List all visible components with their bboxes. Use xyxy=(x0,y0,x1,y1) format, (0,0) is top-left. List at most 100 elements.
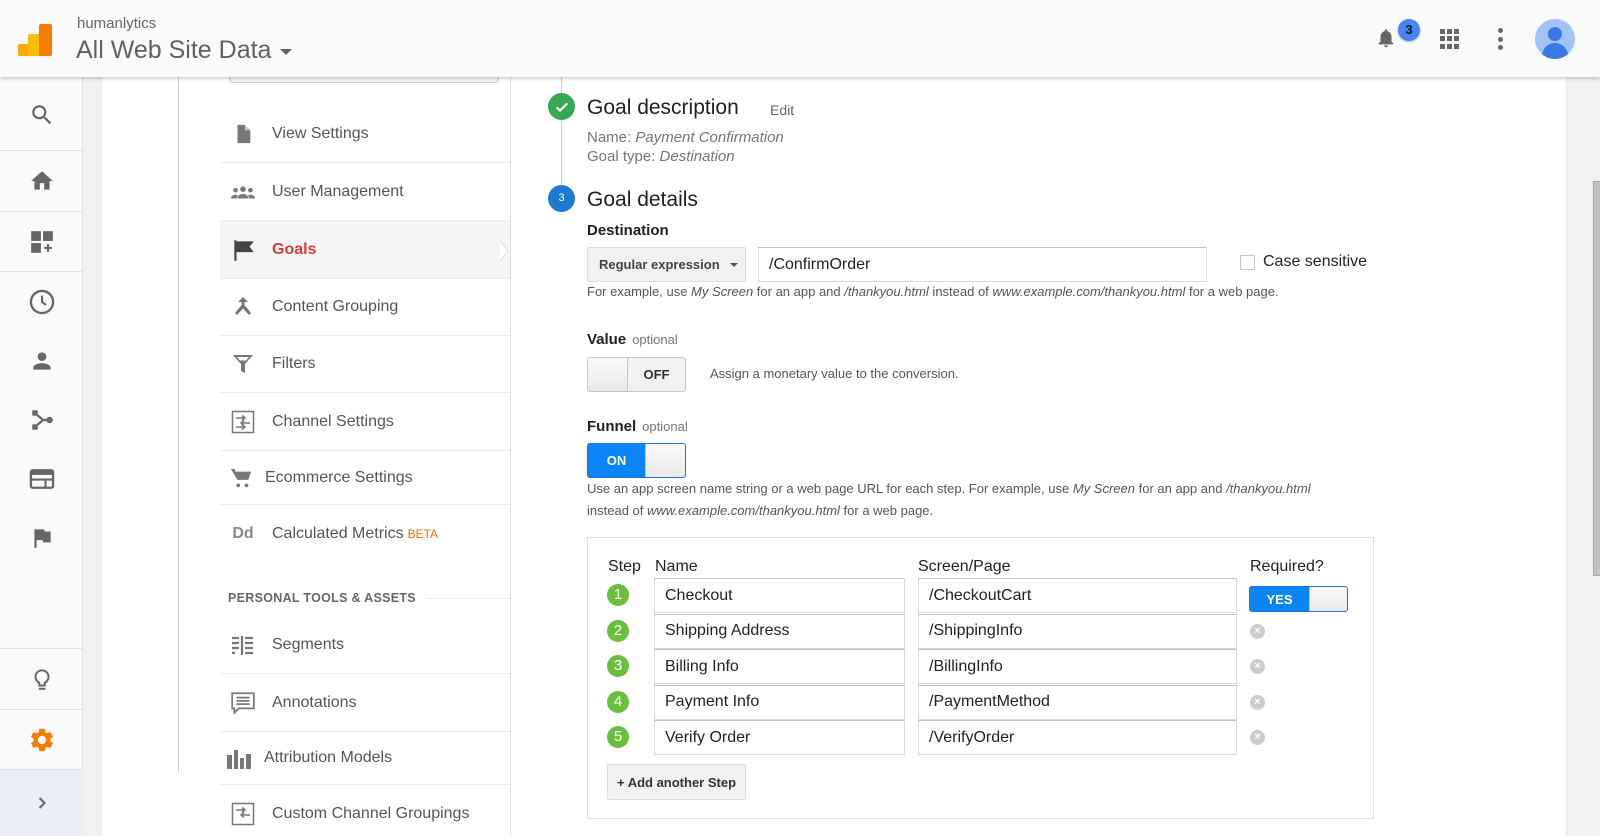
nav-ecommerce-settings[interactable]: Ecommerce Settings xyxy=(220,451,510,505)
remove-step-icon[interactable]: × xyxy=(1250,659,1265,674)
remove-step-icon[interactable]: × xyxy=(1250,694,1265,710)
nav-attribution-models[interactable]: Attribution Models xyxy=(220,732,510,785)
rail-home[interactable] xyxy=(0,151,83,211)
required-toggle[interactable]: YES xyxy=(1249,586,1348,612)
nav-label: Filters xyxy=(272,355,316,372)
behavior-icon xyxy=(29,469,54,489)
step-number-badge: 3 xyxy=(548,185,575,212)
property-selector[interactable]: All Web Site Data xyxy=(76,36,293,65)
step-name-input[interactable]: Shipping Address xyxy=(654,613,905,649)
acquisition-icon xyxy=(31,410,53,430)
nav-label: Ecommerce Settings xyxy=(265,468,413,486)
nav-label: Channel Settings xyxy=(272,413,394,430)
funnel-steps-table: Step Name Screen/Page Required? 1 Checkou… xyxy=(587,537,1374,819)
funnel-toggle[interactable]: ON xyxy=(587,443,686,478)
nav-channel-settings[interactable]: Channel Settings xyxy=(220,394,510,451)
nav-label: Attribution Models xyxy=(264,749,393,766)
toggle-state: OFF xyxy=(643,367,670,382)
rail-behavior[interactable] xyxy=(0,449,83,509)
goal-description-title: Goal description xyxy=(587,96,739,119)
page-scrollbar[interactable] xyxy=(1566,77,1600,836)
toggle-state: ON xyxy=(606,453,627,468)
analytics-logo[interactable] xyxy=(18,24,52,56)
nav-segments[interactable]: Segments xyxy=(220,617,510,674)
channel-icon xyxy=(231,410,255,434)
toggle-knob xyxy=(588,358,628,391)
step-screen-input[interactable]: /PaymentMethod xyxy=(918,684,1237,720)
col-header-required: Required? xyxy=(1250,558,1324,575)
funnel-label: Funnel optional xyxy=(587,418,688,435)
notification-badge[interactable]: 3 xyxy=(1398,19,1420,41)
funnel-hint: Use an app screen name string or a web p… xyxy=(587,481,1311,518)
flag-icon xyxy=(234,239,254,261)
scrollbar-thumb[interactable] xyxy=(1593,181,1600,576)
case-sensitive-label: Case sensitive xyxy=(1263,253,1368,270)
step-number-badge: 3 xyxy=(607,655,629,677)
value-hint: Assign a monetary value to the conversio… xyxy=(710,366,959,381)
nav-user-management[interactable]: User Management xyxy=(220,164,510,221)
dashboard-add-icon xyxy=(30,231,53,253)
goal-type-line: Goal type: Destination xyxy=(587,148,735,165)
step-name-input[interactable]: Billing Info xyxy=(654,649,905,684)
col-header-screen: Screen/Page xyxy=(918,558,1011,575)
segments-icon xyxy=(232,636,253,655)
step-number-badge: 4 xyxy=(607,690,629,713)
flag-icon xyxy=(33,529,51,548)
add-step-button[interactable]: + Add another Step xyxy=(607,764,746,800)
destination-input[interactable]: /ConfirmOrder xyxy=(758,247,1207,282)
case-sensitive-checkbox[interactable] xyxy=(1240,255,1255,270)
match-type-dropdown[interactable]: Regular expression xyxy=(587,247,746,282)
users-icon xyxy=(230,186,256,199)
goal-type-value: Destination xyxy=(659,148,735,165)
edit-description-link[interactable]: Edit xyxy=(770,102,794,118)
nav-view-settings[interactable]: View Settings xyxy=(220,106,510,163)
goal-details-title: Goal details xyxy=(587,188,698,211)
rail-conversions[interactable] xyxy=(0,508,83,568)
account-name: humanlytics xyxy=(77,15,157,32)
nav-custom-channel-groupings[interactable]: Custom Channel Groupings xyxy=(220,785,510,836)
more-vert-icon[interactable] xyxy=(1497,28,1503,50)
step-number-badge: 2 xyxy=(607,619,629,642)
step-name-input[interactable]: Verify Order xyxy=(654,720,905,755)
section-header-personal-tools: PERSONAL TOOLS & ASSETS xyxy=(228,591,416,605)
avatar[interactable] xyxy=(1535,19,1575,59)
nav-annotations[interactable]: Annotations xyxy=(220,675,510,732)
nav-goals[interactable]: Goals xyxy=(220,221,510,279)
step-name-input[interactable]: Checkout xyxy=(654,578,905,613)
step-number-badge: 5 xyxy=(607,726,629,748)
rail-search[interactable] xyxy=(0,85,83,145)
lightbulb-icon xyxy=(34,669,49,690)
step-complete-badge xyxy=(548,93,575,120)
remove-step-icon[interactable]: × xyxy=(1250,730,1265,745)
step-screen-input[interactable]: /BillingInfo xyxy=(918,649,1237,684)
step-screen-input[interactable]: /CheckoutCart xyxy=(918,578,1237,613)
goal-name-value: Payment Confirmation xyxy=(635,129,784,146)
rail-audience[interactable] xyxy=(0,331,83,391)
rail-expand[interactable] xyxy=(0,770,83,836)
value-toggle[interactable]: OFF xyxy=(587,357,686,392)
caret-down-icon xyxy=(280,49,293,55)
toggle-knob xyxy=(645,444,685,477)
check-icon xyxy=(555,102,568,112)
remove-step-icon[interactable]: × xyxy=(1250,623,1265,639)
home-icon xyxy=(30,171,53,190)
gear-icon xyxy=(30,728,53,752)
rail-discover[interactable] xyxy=(0,649,83,709)
merge-icon xyxy=(235,297,251,315)
nav-filters[interactable]: Filters xyxy=(220,336,510,393)
active-pointer-icon xyxy=(500,241,509,261)
nav-label: Custom Channel Groupings xyxy=(272,804,470,822)
col-header-name: Name xyxy=(655,558,698,575)
nav-content-grouping[interactable]: Content Grouping xyxy=(220,279,510,336)
apps-grid-icon[interactable] xyxy=(1440,29,1460,49)
rail-admin[interactable] xyxy=(0,710,83,770)
rail-acquisition[interactable] xyxy=(0,390,83,450)
bell-icon[interactable] xyxy=(1375,25,1397,51)
step-name-input[interactable]: Payment Info xyxy=(654,684,905,720)
rail-realtime[interactable] xyxy=(0,272,83,332)
rail-customization[interactable] xyxy=(0,212,83,272)
step-screen-input[interactable]: /VerifyOrder xyxy=(918,720,1237,755)
nav-calculated-metrics[interactable]: Dd Calculated Metrics BETA xyxy=(220,505,510,562)
step-number-badge: 1 xyxy=(607,584,629,606)
step-screen-input[interactable]: /ShippingInfo xyxy=(918,613,1237,649)
